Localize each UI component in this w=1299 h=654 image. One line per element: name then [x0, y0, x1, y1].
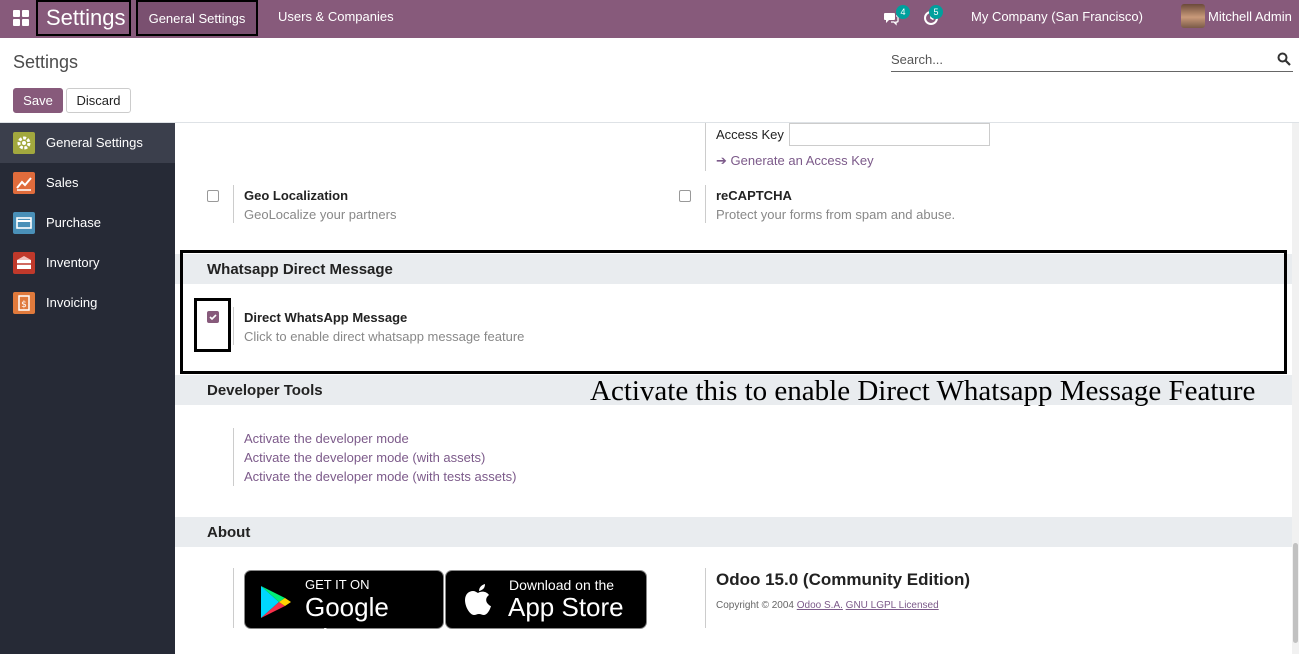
developer-mode-link[interactable]: Activate the developer mode	[244, 431, 409, 446]
app-store-badge[interactable]: Download on the App Store	[445, 570, 647, 629]
settings-content: Access Key ➔ Generate an Access Key Geo …	[175, 123, 1292, 654]
user-menu[interactable]: Mitchell Admin	[1208, 0, 1292, 33]
about-section-title: About	[207, 524, 251, 541]
activities-count-badge: 5	[929, 5, 943, 19]
google-play-badge[interactable]: GET IT ON Google Play	[244, 570, 444, 653]
sidebar-item-invoicing[interactable]: $ Invoicing	[0, 283, 175, 323]
user-avatar[interactable]	[1181, 4, 1205, 28]
gear-icon	[13, 132, 35, 154]
box-icon	[13, 252, 35, 274]
apps-menu-icon[interactable]	[13, 10, 29, 26]
odoo-sa-link[interactable]: Odoo S.A.	[797, 600, 843, 611]
messages-count-badge: 4	[896, 5, 910, 19]
app-store-big-text: App Store	[508, 592, 624, 622]
content-scrollbar[interactable]	[1292, 123, 1299, 654]
developer-mode-tests-link[interactable]: Activate the developer mode (with tests …	[244, 469, 516, 484]
copyright-prefix: Copyright © 2004	[716, 600, 794, 611]
discard-button[interactable]: Discard	[66, 88, 131, 113]
card-icon	[13, 212, 35, 234]
developer-mode-assets-link[interactable]: Activate the developer mode (with assets…	[244, 450, 485, 465]
divider	[233, 185, 234, 223]
divider	[705, 123, 706, 171]
copyright-line: Copyright © 2004 Odoo S.A. GNU LGPL Lice…	[716, 600, 939, 611]
apple-icon	[465, 584, 491, 615]
google-play-big-text: Google Play	[305, 592, 389, 653]
menu-general-settings[interactable]: General Settings	[136, 0, 258, 36]
access-key-field[interactable]	[789, 123, 990, 146]
developer-section-title: Developer Tools	[207, 382, 323, 399]
annotation-text: Activate this to enable Direct Whatsapp …	[590, 375, 1256, 407]
chart-icon	[13, 172, 35, 194]
recaptcha-checkbox[interactable]	[679, 190, 691, 202]
generate-access-key-link[interactable]: ➔ Generate an Access Key	[716, 153, 874, 169]
geo-localization-title: Geo Localization	[244, 188, 349, 203]
search-input[interactable]	[891, 48, 1271, 70]
sidebar-item-label: Inventory	[46, 255, 100, 270]
invoice-icon: $	[13, 292, 35, 314]
search-bar	[891, 48, 1293, 72]
page-title: Settings	[13, 52, 79, 72]
sidebar-item-inventory[interactable]: Inventory	[0, 243, 175, 283]
app-store-small-text: Download on the	[509, 577, 615, 593]
recaptcha-desc: Protect your forms from spam and abuse.	[716, 207, 956, 222]
checkbox-highlight-box	[194, 298, 231, 352]
sidebar-item-purchase[interactable]: Purchase	[0, 203, 175, 243]
divider	[233, 568, 234, 628]
sidebar-item-label: Sales	[46, 175, 79, 190]
sidebar-item-label: Invoicing	[46, 295, 98, 310]
company-switcher[interactable]: My Company (San Francisco)	[971, 0, 1143, 33]
sidebar-item-label: General Settings	[46, 135, 143, 150]
svg-text:$: $	[21, 300, 27, 310]
about-section-header: About	[175, 517, 1292, 547]
sidebar-item-label: Purchase	[46, 215, 101, 230]
arrow-right-icon: ➔	[716, 153, 727, 168]
google-play-small-text: GET IT ON	[305, 577, 370, 592]
settings-sidebar: General Settings Sales Purchase Inventor…	[0, 123, 175, 654]
menu-users-companies[interactable]: Users & Companies	[278, 0, 394, 36]
recaptcha-title: reCAPTCHA	[716, 188, 792, 203]
access-key-label: Access Key	[716, 127, 784, 142]
geo-localization-checkbox[interactable]	[207, 190, 219, 202]
google-play-icon	[261, 586, 291, 618]
divider	[705, 568, 706, 628]
sidebar-item-sales[interactable]: Sales	[0, 163, 175, 203]
top-navbar: Settings General Settings Users & Compan…	[0, 0, 1299, 38]
divider	[705, 185, 706, 223]
control-panel: Settings Save Discard	[0, 38, 1299, 123]
whatsapp-highlight-box	[180, 250, 1287, 374]
app-title[interactable]: Settings	[36, 0, 131, 36]
search-icon[interactable]	[1277, 52, 1291, 66]
geo-localization-desc: GeoLocalize your partners	[244, 207, 397, 222]
license-link[interactable]: GNU LGPL Licensed	[846, 600, 939, 611]
generate-access-key-label: Generate an Access Key	[730, 153, 874, 168]
scrollbar-thumb[interactable]	[1293, 543, 1298, 643]
odoo-version: Odoo 15.0 (Community Edition)	[716, 570, 971, 589]
save-button[interactable]: Save	[13, 88, 63, 113]
divider	[233, 428, 234, 486]
sidebar-item-general-settings[interactable]: General Settings	[0, 123, 175, 163]
